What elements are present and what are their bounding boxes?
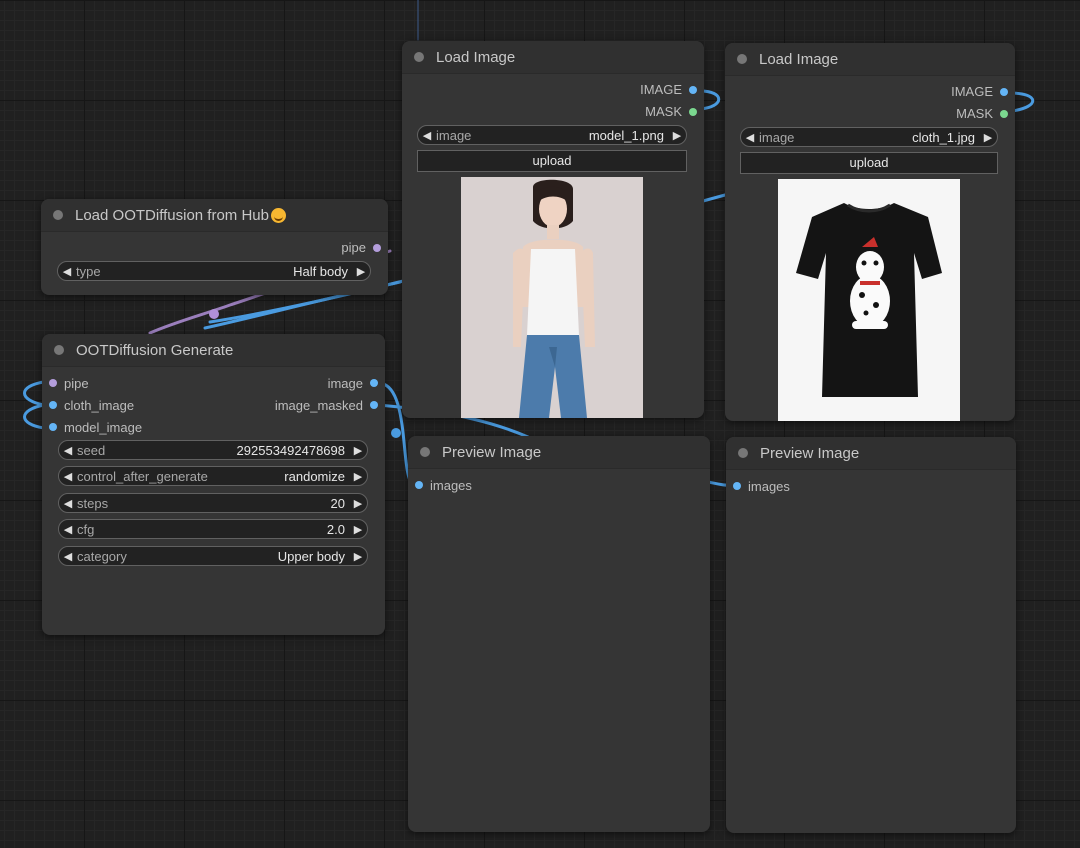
input-label-cloth-image: cloth_image: [64, 398, 135, 413]
output-label-mask: MASK: [956, 106, 993, 121]
input-slot-images[interactable]: [733, 482, 741, 490]
node-header[interactable]: Preview Image: [726, 437, 1016, 470]
triangle-left-icon[interactable]: ◀: [418, 129, 436, 142]
control-after-generate-widget[interactable]: ◀ control_after_generate randomize ▶: [58, 466, 368, 486]
collapse-dot-icon[interactable]: [738, 448, 748, 458]
preview-image-node-2[interactable]: Preview Image images: [726, 437, 1016, 833]
input-slot-cloth-image[interactable]: [49, 401, 57, 409]
triangle-right-icon[interactable]: ▶: [349, 523, 367, 536]
preview-image-node-1[interactable]: Preview Image images: [408, 436, 710, 832]
type-combo-widget[interactable]: ◀ type Half body ▶: [57, 261, 371, 281]
triangle-left-icon[interactable]: ◀: [58, 265, 76, 278]
output-label-image-masked: image_masked: [274, 398, 363, 413]
cloth-image-preview: [778, 179, 960, 421]
triangle-right-icon[interactable]: ▶: [349, 444, 367, 457]
widget-label: control_after_generate: [77, 468, 208, 484]
input-label-model-image: model_image: [64, 420, 143, 435]
triangle-right-icon[interactable]: ▶: [668, 129, 686, 142]
cfg-widget[interactable]: ◀ cfg 2.0 ▶: [58, 519, 368, 539]
widget-label: cfg: [77, 521, 95, 537]
load-image-node-model[interactable]: Load Image IMAGE MASK ◀ image model_1.pn…: [402, 41, 704, 418]
tshirt-photo-illustration: [778, 179, 960, 421]
output-label-pipe: pipe: [341, 240, 366, 255]
widget-value: cloth_1.jpg: [912, 129, 975, 145]
output-label-mask: MASK: [645, 104, 682, 119]
reroute-dot: [209, 309, 219, 319]
model-image-preview: [461, 177, 643, 418]
seed-widget[interactable]: ◀ seed 292553492478698 ▶: [58, 440, 368, 460]
image-combo-widget[interactable]: ◀ image model_1.png ▶: [417, 125, 687, 145]
triangle-left-icon[interactable]: ◀: [59, 523, 77, 536]
widget-label: seed: [77, 442, 106, 458]
woman-photo-illustration: [461, 177, 643, 418]
triangle-right-icon[interactable]: ▶: [979, 131, 997, 144]
upload-button[interactable]: upload: [417, 150, 687, 172]
triangle-left-icon[interactable]: ◀: [741, 131, 759, 144]
collapse-dot-icon[interactable]: [737, 54, 747, 64]
triangle-right-icon[interactable]: ▶: [352, 265, 370, 278]
input-label-pipe: pipe: [64, 376, 89, 391]
node-header[interactable]: Load OOTDiffusion from Hub: [41, 199, 388, 232]
widget-value: Half body: [293, 263, 348, 279]
output-slot-mask[interactable]: [689, 108, 697, 116]
load-ootd-hub-node[interactable]: Load OOTDiffusion from Hub pipe ◀ type H…: [41, 199, 388, 295]
node-header[interactable]: OOTDiffusion Generate: [42, 334, 385, 367]
load-image-node-cloth[interactable]: Load Image IMAGE MASK ◀ image cloth_1.jp…: [725, 43, 1015, 421]
input-label-images: images: [430, 478, 472, 493]
steps-widget[interactable]: ◀ steps 20 ▶: [58, 493, 368, 513]
output-slot-image[interactable]: [370, 379, 378, 387]
widget-value: 20: [330, 495, 345, 511]
node-title: Preview Image: [442, 443, 542, 461]
input-slot-images[interactable]: [415, 481, 423, 489]
output-slot-image-masked[interactable]: [370, 401, 378, 409]
output-slot-image[interactable]: [689, 86, 697, 94]
widget-value: model_1.png: [588, 127, 664, 143]
output-slot-pipe[interactable]: [373, 244, 381, 252]
node-header[interactable]: Load Image: [402, 41, 704, 74]
triangle-right-icon[interactable]: ▶: [349, 497, 367, 510]
widget-label: image: [759, 129, 795, 145]
output-slot-mask[interactable]: [1000, 110, 1008, 118]
node-title: Load Image: [759, 50, 839, 68]
triangle-left-icon[interactable]: ◀: [59, 444, 77, 457]
input-label-images: images: [748, 479, 790, 494]
widget-value: 2.0: [326, 521, 345, 537]
image-combo-widget[interactable]: ◀ image cloth_1.jpg ▶: [740, 127, 998, 147]
collapse-dot-icon[interactable]: [54, 345, 64, 355]
collapse-dot-icon[interactable]: [53, 210, 63, 220]
triangle-left-icon[interactable]: ◀: [59, 470, 77, 483]
collapse-dot-icon[interactable]: [414, 52, 424, 62]
node-header[interactable]: Preview Image: [408, 436, 710, 469]
input-slot-pipe[interactable]: [49, 379, 57, 387]
triangle-left-icon[interactable]: ◀: [59, 550, 77, 563]
widget-value: Upper body: [277, 548, 345, 564]
widget-label: image: [436, 127, 472, 143]
triangle-right-icon[interactable]: ▶: [349, 550, 367, 563]
node-title: Load OOTDiffusion from Hub: [75, 206, 269, 224]
triangle-right-icon[interactable]: ▶: [349, 470, 367, 483]
hugging-face-emoji-icon: [270, 207, 286, 223]
node-title: OOTDiffusion Generate: [76, 341, 234, 359]
category-widget[interactable]: ◀ category Upper body ▶: [58, 546, 368, 566]
ootd-generate-node[interactable]: OOTDiffusion Generate pipe cloth_image m…: [42, 334, 385, 635]
triangle-left-icon[interactable]: ◀: [59, 497, 77, 510]
widget-label: type: [76, 263, 101, 279]
input-slot-model-image[interactable]: [49, 423, 57, 431]
collapse-dot-icon[interactable]: [420, 447, 430, 457]
reroute-dot: [391, 428, 401, 438]
output-slot-image[interactable]: [1000, 88, 1008, 96]
widget-label: category: [77, 548, 127, 564]
upload-button[interactable]: upload: [740, 152, 998, 174]
output-label-image: IMAGE: [951, 84, 993, 99]
output-label-image: image: [327, 376, 363, 391]
widget-label: steps: [77, 495, 109, 511]
node-title: Load Image: [436, 48, 516, 66]
widget-value: 292553492478698: [236, 442, 345, 458]
node-header[interactable]: Load Image: [725, 43, 1015, 76]
node-title: Preview Image: [760, 444, 860, 462]
output-label-image: IMAGE: [640, 82, 682, 97]
widget-value: randomize: [284, 468, 345, 484]
